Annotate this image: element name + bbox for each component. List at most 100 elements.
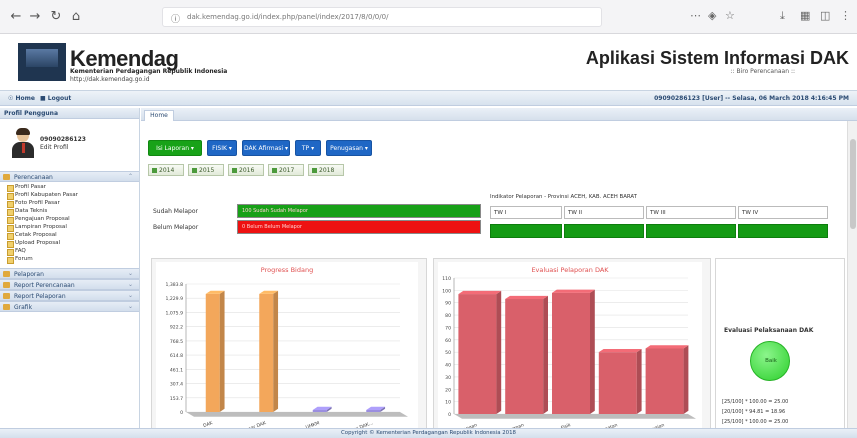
y-tick-label: 153.7 [170,396,183,402]
menu-icon[interactable]: ⋮ [840,9,851,22]
section-pelaporan-label: Pelaporan [14,271,44,278]
menu-item-cetak-proposal[interactable]: Cetak Proposal [6,232,139,240]
chevron-down-icon[interactable]: ⌄ [128,270,133,277]
scrollbar-thumb[interactable] [850,139,856,229]
bar-side [543,295,548,414]
sudah-melapor-text: 100 Sudah Sudah Melapor [242,208,308,214]
home-link-label: Home [15,95,35,102]
penugasan-button[interactable]: Penugasan ▾ [326,140,372,156]
menu-item-foto-profil-pasar[interactable]: Foto Profil Pasar [6,200,139,208]
y-tick-label: 50 [445,350,451,356]
menu-item-data-teknis[interactable]: Data Teknis [6,208,139,216]
year-button-2016[interactable]: 2016 [228,164,264,176]
section-pelaporan[interactable]: Pelaporan ⌄ [0,268,139,279]
bar [205,293,220,412]
library-icon[interactable]: ▦ [800,9,810,22]
tp-button[interactable]: TP ▾ [295,140,321,156]
y-tick-label: 1,383.8 [165,282,183,288]
chart-title: Progress Bidang [261,266,313,274]
y-tick-label: 40 [445,363,451,369]
evaluasi-pelaksanaan-card: Evaluasi Pelaksanaan DAK Baik [25/100] *… [715,258,845,438]
tw2-status-cell [564,224,644,238]
bar [645,348,684,414]
dak-afirmasi-button[interactable]: DAK Afirmasi ▾ [242,140,290,156]
year-button-2014[interactable]: 2014 [148,164,184,176]
section-report-perencanaan[interactable]: Report Perencanaan ⌄ [0,279,139,290]
y-tick-label: 614.8 [170,353,183,359]
sidebar: Profil Pengguna 09090286123 Edit Profil … [0,108,140,438]
forward-icon[interactable]: → [27,9,43,25]
year-button-2017[interactable]: 2017 [268,164,304,176]
evaluasi-pelaporan-card: Evaluasi Pelaporan DAK 110 100 90 80 70 60 50 40… [433,258,711,438]
y-tick-label: 20 [445,387,451,393]
section-perencanaan[interactable]: Perencanaan ⌃ [0,171,139,182]
tw1-header: TW I [490,206,562,219]
tw3-header: TW III [646,206,736,219]
evaluasi-pelaksanaan-title: Evaluasi Pelaksanaan DAK [724,327,814,334]
home-link[interactable]: ☉ Home [8,95,35,102]
chevron-up-icon[interactable]: ⌃ [128,173,133,180]
progress-bidang-chart: Progress Bidang 1,383.8 1,229.9 1,075.9 922.… [165,266,408,435]
logout-link[interactable]: ■ Logout [40,95,71,102]
y-tick-label: 90 [445,301,451,307]
y-tick-label: 1,229.9 [165,296,183,302]
indikator-title: Indikator Pelaporan - Provinsi ACEH, KAB… [490,194,637,200]
y-tick-label: 307.4 [170,382,183,388]
isi-laporan-button[interactable]: Isi Laporan ▾ [148,140,202,156]
bar-top [552,289,595,293]
bookmark-star-icon[interactable]: ☆ [725,9,735,22]
avatar [12,128,34,158]
tab-home[interactable]: Home [144,110,174,121]
section-grafik[interactable]: Grafik ⌄ [0,301,139,312]
download-icon[interactable]: ⤓ [780,9,785,23]
y-tick-label: 30 [445,375,451,381]
brand-subtitle: Kementerian Perdagangan Republik Indones… [70,68,228,75]
y-tick-label: 768.5 [170,339,183,345]
sidebar-icon[interactable]: ◫ [820,9,830,22]
chevron-down-icon[interactable]: ⌄ [128,292,133,299]
year-button-2018[interactable]: 2018 [308,164,344,176]
main-content: Home Isi Laporan ▾ FISIK ▾ DAK Afirmasi … [141,108,857,438]
menu-item-lampiran-proposal[interactable]: Lampiran Proposal [6,224,139,232]
bar-top [458,290,502,295]
year-button-2015[interactable]: 2015 [188,164,224,176]
back-icon[interactable]: ← [8,9,24,25]
bar [259,293,274,412]
pocket-icon[interactable]: ◈ [708,9,716,22]
chart-floor [186,412,408,417]
bar-side [219,290,225,412]
sudah-melapor-bar: 100 Sudah Sudah Melapor [237,204,481,218]
evaluasi-line-1: [25/100] * 100.00 = 25.00 [722,399,789,405]
bar-side [683,345,689,414]
y-tick-label: 80 [445,313,451,319]
y-tick-label: 461.1 [170,367,183,373]
tw1-status-cell [490,224,562,238]
edit-profile-link[interactable]: Edit Profil [40,144,69,151]
menu-item-faq[interactable]: FAQ [6,248,139,256]
reload-icon[interactable]: ↻ [48,9,64,25]
logout-link-label: Logout [47,95,72,102]
page-actions-icon[interactable]: ⋯ [690,9,701,22]
page-info-icon[interactable]: ⓘ [171,12,180,25]
progress-bidang-card: Progress Bidang 1,383.8 1,229.9 1,075.9 922.… [151,258,427,438]
folder-icon [3,174,10,180]
tw4-header: TW IV [738,206,828,219]
home-icon[interactable]: ⌂ [68,9,84,25]
menu-item-forum[interactable]: Forum [6,256,139,264]
menu-item-upload-proposal[interactable]: Upload Proposal [6,240,139,248]
address-bar[interactable]: ⓘ dak.kemendag.go.id/index.php/panel/ind… [162,7,602,27]
tw2-header: TW II [564,206,644,219]
bar-top [645,345,689,349]
app-subtitle: :: Biro Perencanaan :: [730,68,795,75]
menu-item-pengajuan-proposal[interactable]: Pengajuan Proposal [6,216,139,224]
section-report-pelaporan[interactable]: Report Pelaporan ⌄ [0,290,139,301]
chevron-down-icon[interactable]: ⌄ [128,281,133,288]
menu-item-profil-pasar[interactable]: Profil Pasar [6,184,139,192]
evaluasi-score-label: Baik [765,358,777,364]
profile-user-id: 09090286123 [40,136,86,143]
main-scrollbar[interactable] [847,121,857,438]
menu-item-profil-kabupaten-pasar[interactable]: Profil Kabupaten Pasar [6,192,139,200]
chevron-down-icon[interactable]: ⌄ [128,303,133,310]
belum-melapor-label: Belum Melapor [153,224,199,231]
fisik-button[interactable]: FISIK ▾ [207,140,237,156]
